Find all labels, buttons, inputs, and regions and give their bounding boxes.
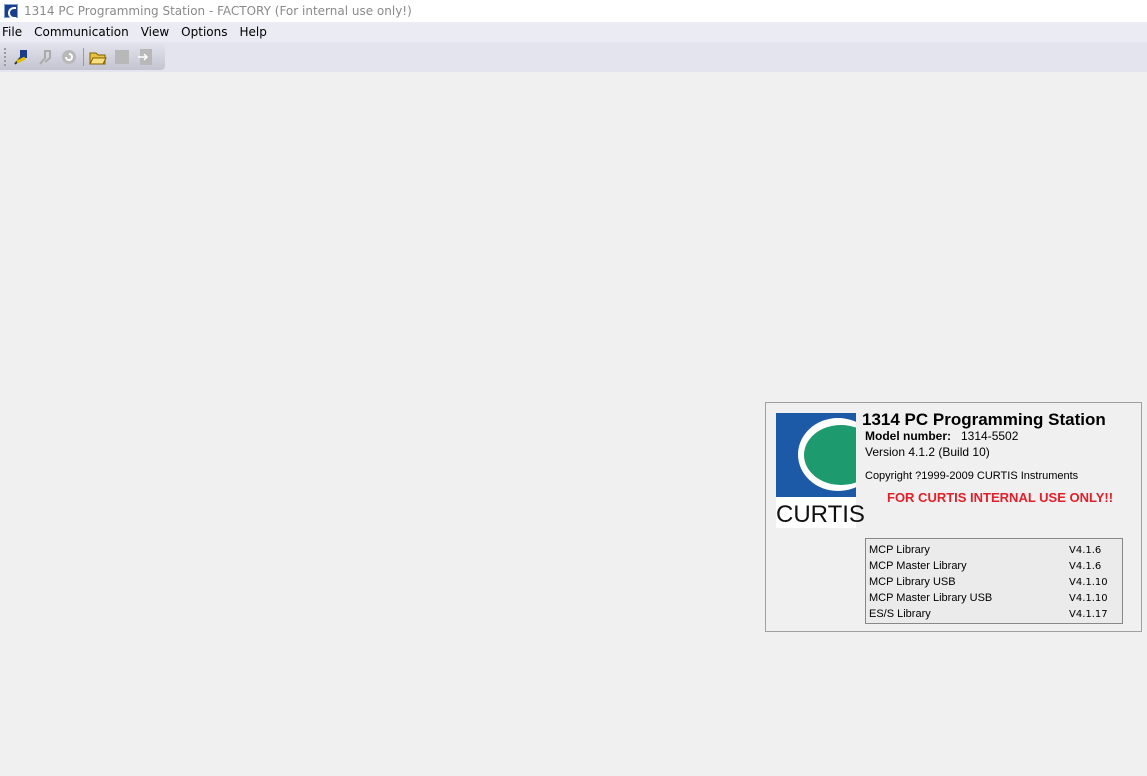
library-name: MCP Library	[869, 544, 930, 556]
list-item: MCP Library USB V4.1.10	[866, 574, 1122, 590]
menu-options[interactable]: Options	[178, 25, 234, 39]
library-name: MCP Master Library USB	[869, 592, 993, 604]
menu-file[interactable]: File	[0, 25, 29, 39]
library-name: MCP Library USB	[869, 576, 956, 588]
library-version: V4.1.6	[1069, 544, 1102, 556]
library-name: MCP Master Library	[869, 560, 967, 572]
list-item: MCP Master Library USB V4.1.10	[866, 590, 1122, 606]
model-value: 1314-5502	[961, 429, 1019, 443]
disconnect-icon[interactable]	[35, 47, 55, 67]
logo-text: CURTIS	[776, 501, 865, 528]
copyright-text: Copyright ?1999-2009 CURTIS Instruments	[865, 470, 1079, 482]
about-panel: CURTIS 1314 PC Programming Station Model…	[765, 402, 1142, 632]
menu-view[interactable]: View	[138, 25, 176, 39]
list-item: MCP Library V4.1.6	[866, 542, 1122, 558]
internal-use-warning: FOR CURTIS INTERNAL USE ONLY!!	[887, 490, 1114, 505]
list-item: ES/S Library V4.1.17	[866, 606, 1122, 622]
curtis-logo: CURTIS	[776, 413, 865, 528]
toolbar-strip	[0, 42, 1147, 72]
list-item: MCP Master Library V4.1.6	[866, 558, 1122, 574]
library-list: MCP Library V4.1.6 MCP Master Library V4.1…	[865, 538, 1123, 624]
toolbar-grip[interactable]	[4, 48, 7, 66]
library-version: V4.1.10	[1069, 576, 1108, 588]
menu-communication[interactable]: Communication	[31, 25, 136, 39]
library-version: V4.1.17	[1069, 608, 1108, 620]
app-icon	[4, 4, 18, 19]
stop-icon[interactable]	[112, 47, 132, 67]
model-label: Model number:	[865, 429, 951, 443]
toolbar-separator	[83, 48, 84, 66]
open-folder-icon[interactable]	[88, 47, 108, 67]
menu-help[interactable]: Help	[236, 25, 273, 39]
version-text: Version 4.1.2 (Build 10)	[865, 445, 990, 459]
product-name: 1314 PC Programming Station	[862, 410, 1106, 429]
library-name: ES/S Library	[869, 608, 931, 620]
window-title: 1314 PC Programming Station - FACTORY (F…	[24, 4, 412, 18]
library-version: V4.1.10	[1069, 592, 1108, 604]
connect-icon[interactable]	[11, 47, 31, 67]
toolbar	[0, 44, 165, 70]
title-bar: 1314 PC Programming Station - FACTORY (F…	[0, 0, 1147, 22]
refresh-icon[interactable]	[59, 47, 79, 67]
library-version: V4.1.6	[1069, 560, 1102, 572]
exit-icon[interactable]	[136, 47, 156, 67]
model-number: Model number: 1314-5502	[865, 429, 1018, 443]
menu-bar: File Communication View Options Help	[0, 22, 1147, 42]
